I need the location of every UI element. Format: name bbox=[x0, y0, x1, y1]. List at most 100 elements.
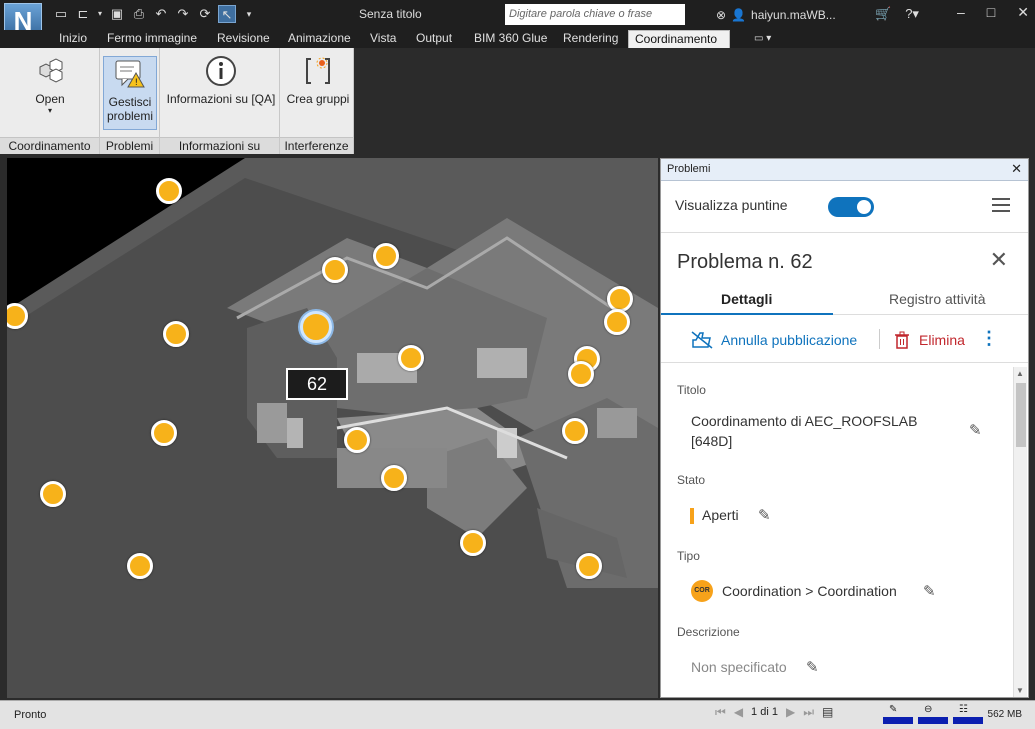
tab-vista[interactable]: Vista bbox=[364, 30, 402, 48]
tab-coordinamento[interactable]: Coordinamento bbox=[628, 30, 730, 48]
chevron-down-icon[interactable]: ▾ bbox=[96, 5, 104, 23]
minimize-icon[interactable]: – bbox=[957, 4, 965, 21]
issue-pin[interactable] bbox=[381, 465, 407, 491]
first-page-icon[interactable]: ⏮ bbox=[715, 705, 726, 720]
delete-button[interactable]: Elimina bbox=[893, 331, 965, 349]
close-icon[interactable]: ✕ bbox=[1017, 4, 1029, 21]
edit-status-icon[interactable]: ✎ bbox=[758, 506, 771, 524]
panel-header: Problemi ✕ bbox=[661, 159, 1028, 181]
open-folder-icon[interactable]: ⊏ bbox=[74, 5, 92, 23]
select-cursor-icon[interactable]: ↖ bbox=[218, 5, 236, 23]
open-button[interactable]: Open ▾ bbox=[22, 54, 78, 128]
more-options-icon[interactable]: ⋮ bbox=[980, 328, 998, 349]
close-icon[interactable]: ✕ bbox=[1011, 161, 1022, 177]
ribbon: Open ▾ Coordinamento ! Gestisci problemi… bbox=[0, 48, 354, 154]
issue-actions: Annulla pubblicazione Elimina ⋮ bbox=[661, 315, 1028, 363]
panel-title: Problemi bbox=[667, 163, 711, 175]
issue-pin[interactable] bbox=[163, 321, 189, 347]
user-menu[interactable]: ⊗ 👤 haiyun.maWB... bbox=[716, 8, 836, 22]
status-text: Pronto bbox=[14, 709, 47, 721]
refresh-icon[interactable]: ⟳ bbox=[196, 5, 214, 23]
ribbon-background bbox=[354, 48, 1035, 154]
ribbon-group-informazioni: Informazioni su [QA] Informazioni su bbox=[160, 48, 280, 154]
scroll-up-icon[interactable]: ▲ bbox=[1016, 369, 1024, 378]
status-bar: Pronto ⏮ ◀ 1 di 1 ▶ ⏭ ▤ ✎ ⊖ ☷ 562 MB bbox=[0, 700, 1035, 729]
pencil-icon: ✎ bbox=[889, 704, 898, 715]
print-icon[interactable]: ⎙ bbox=[130, 5, 148, 23]
last-page-icon[interactable]: ⏭ bbox=[803, 705, 814, 720]
issue-pin[interactable] bbox=[127, 553, 153, 579]
issue-tabs: Dettagli Registro attività bbox=[661, 289, 1028, 315]
info-qa-button[interactable]: Informazioni su [QA] bbox=[164, 54, 278, 114]
menu-icon[interactable] bbox=[992, 198, 1010, 216]
undo-icon[interactable]: ↶ bbox=[152, 5, 170, 23]
sheet-browser-icon[interactable]: ▤ bbox=[822, 705, 833, 720]
issue-pin[interactable] bbox=[40, 481, 66, 507]
info-qa-label: Informazioni su [QA] bbox=[166, 92, 276, 106]
create-groups-button[interactable]: Crea gruppi bbox=[284, 54, 352, 114]
manage-issues-label-2: problemi bbox=[106, 109, 154, 123]
tab-revisione[interactable]: Revisione bbox=[211, 30, 276, 48]
edit-type-icon[interactable]: ✎ bbox=[923, 582, 936, 600]
issue-pin[interactable] bbox=[156, 178, 182, 204]
issue-pin[interactable] bbox=[398, 345, 424, 371]
tab-animazione[interactable]: Animazione bbox=[282, 30, 357, 48]
issue-pin[interactable] bbox=[604, 309, 630, 335]
redo-icon[interactable]: ↷ bbox=[174, 5, 192, 23]
prev-page-icon[interactable]: ◀ bbox=[734, 705, 743, 720]
unpublish-button[interactable]: Annulla pubblicazione bbox=[691, 331, 857, 349]
ribbon-options-icon[interactable]: ▭ ▾ bbox=[748, 30, 777, 48]
3d-viewport[interactable]: 62 bbox=[7, 158, 658, 698]
titlebar-tools: 🛒 ?▾ bbox=[875, 6, 919, 22]
maximize-icon[interactable]: □ bbox=[987, 4, 995, 21]
scroll-down-icon[interactable]: ▼ bbox=[1016, 686, 1024, 695]
manage-issues-button[interactable]: ! Gestisci problemi bbox=[103, 56, 157, 130]
save-icon[interactable]: ▣ bbox=[108, 5, 126, 23]
issue-pin[interactable] bbox=[344, 427, 370, 453]
building-model bbox=[7, 158, 658, 698]
user-name: haiyun.maWB... bbox=[751, 8, 836, 22]
status-field-value: Aperti bbox=[702, 507, 739, 523]
issue-pin[interactable] bbox=[460, 530, 486, 556]
status-color-indicator bbox=[690, 508, 694, 524]
tab-bim360-glue[interactable]: BIM 360 Glue bbox=[468, 30, 553, 48]
show-pins-label: Visualizza puntine bbox=[675, 197, 788, 213]
issue-pin[interactable] bbox=[373, 243, 399, 269]
help-icon[interactable]: ?▾ bbox=[905, 6, 919, 22]
tab-details[interactable]: Dettagli bbox=[721, 291, 772, 307]
next-page-icon[interactable]: ▶ bbox=[786, 705, 795, 720]
issue-pin[interactable] bbox=[576, 553, 602, 579]
ribbon-group-coordinamento: Open ▾ Coordinamento bbox=[0, 48, 100, 154]
close-icon[interactable]: ✕ bbox=[990, 247, 1008, 273]
user-icon: 👤 bbox=[731, 8, 747, 22]
issue-pin-selected[interactable] bbox=[300, 311, 332, 343]
clash-group-icon bbox=[301, 54, 335, 88]
unpublish-icon bbox=[691, 331, 713, 349]
tab-fermo-immagine[interactable]: Fermo immagine bbox=[101, 30, 203, 48]
issue-header: Problema n. 62 ✕ bbox=[661, 233, 1028, 289]
edit-title-icon[interactable]: ✎ bbox=[969, 421, 982, 439]
title-field-value-line-2: [648D] bbox=[691, 433, 733, 449]
scroll-thumb[interactable] bbox=[1016, 383, 1026, 447]
binoculars-icon[interactable]: ⊗ bbox=[716, 8, 726, 22]
issue-pin[interactable] bbox=[322, 257, 348, 283]
search-input[interactable]: Digitare parola chiave o frase bbox=[505, 4, 685, 25]
ribbon-group-problemi: ! Gestisci problemi Problemi bbox=[100, 48, 160, 154]
tab-activity-log[interactable]: Registro attività bbox=[889, 291, 985, 307]
tab-output[interactable]: Output bbox=[410, 30, 458, 48]
issue-pin[interactable] bbox=[151, 420, 177, 446]
group-label-problemi: Problemi bbox=[100, 137, 159, 154]
trash-icon bbox=[895, 331, 909, 349]
cart-icon[interactable]: 🛒 bbox=[875, 6, 891, 22]
issue-pin[interactable] bbox=[562, 418, 588, 444]
issue-pin[interactable] bbox=[607, 286, 633, 312]
tab-inizio[interactable]: Inizio bbox=[53, 30, 93, 48]
edit-description-icon[interactable]: ✎ bbox=[806, 658, 819, 676]
show-pins-toggle[interactable] bbox=[828, 197, 874, 217]
group-label-coordinamento: Coordinamento bbox=[0, 137, 99, 154]
customize-qat-icon[interactable]: ▾ bbox=[240, 5, 258, 23]
tab-rendering[interactable]: Rendering bbox=[557, 30, 624, 48]
issue-pin[interactable] bbox=[568, 361, 594, 387]
new-file-icon[interactable]: ▭ bbox=[52, 5, 70, 23]
details-scrollbar[interactable]: ▲ ▼ bbox=[1013, 367, 1027, 697]
